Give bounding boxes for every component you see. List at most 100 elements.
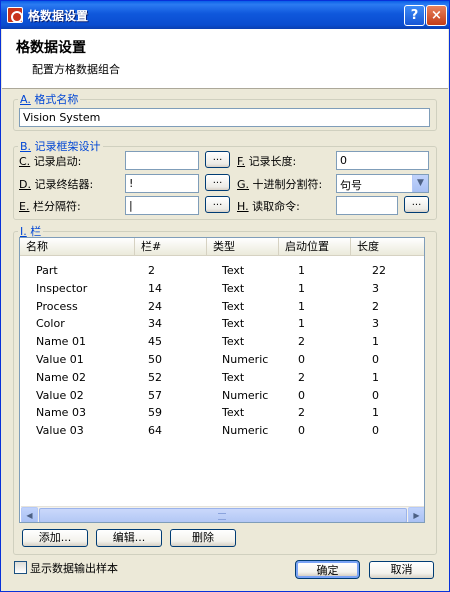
close-icon[interactable]: × [426, 5, 447, 26]
record-start-browse-button[interactable]: ... [205, 151, 230, 168]
record-start-input[interactable] [125, 151, 199, 170]
cell-length: 0 [372, 388, 379, 402]
chevron-down-icon[interactable]: ▼ [412, 175, 428, 192]
record-end-browse-button[interactable]: ... [205, 174, 230, 191]
cell-start-position: 1 [298, 264, 305, 277]
cell-type: Text [222, 335, 245, 349]
cell-start-position: 2 [298, 335, 305, 349]
table-row[interactable]: Value 01 50 Numeric 0 0 [20, 351, 406, 369]
cell-column-number: 59 [148, 406, 162, 420]
cell-name: Process [36, 299, 78, 313]
page-subtitle: 配置方格数据组合 [32, 63, 120, 76]
scrollbar-thumb[interactable] [39, 508, 407, 522]
table-row[interactable]: Part 2 Text 1 22 [20, 262, 406, 280]
table-row[interactable]: Value 03 64 Numeric 0 0 [20, 422, 406, 440]
add-column-button[interactable]: 添加... [22, 529, 88, 547]
cell-start-position: 1 [298, 281, 305, 295]
title-bar[interactable]: 格数据设置 ? × [1, 1, 449, 29]
decimal-separator-label: G. 十进制分割符: [237, 178, 323, 191]
column-header-length[interactable]: 长度 [351, 238, 424, 256]
cell-type: Text [222, 406, 245, 420]
cell-length: 1 [372, 335, 379, 349]
record-start-label: C. 记录启动: [19, 155, 82, 168]
cell-start-position: 0 [298, 388, 305, 402]
cell-name: Value 01 [36, 353, 84, 366]
cell-length: 0 [372, 424, 379, 438]
read-command-browse-button[interactable]: ... [404, 196, 429, 213]
cell-length: 3 [372, 281, 379, 295]
table-row[interactable]: Value 02 57 Numeric 0 0 [20, 387, 406, 405]
cell-column-number: 57 [148, 388, 162, 402]
cell-length: 1 [372, 406, 379, 420]
cell-type: Numeric [222, 424, 269, 438]
cell-column-number: 24 [148, 299, 162, 313]
column-header-name[interactable]: 名称 [20, 238, 135, 256]
cell-start-position: 0 [298, 424, 305, 438]
cell-column-number: 14 [148, 281, 162, 295]
table-row[interactable]: Color 34 Text 1 3 [20, 315, 406, 333]
record-end-label: D. 记录终结器: [19, 178, 94, 191]
cell-type: Text [222, 281, 245, 295]
edit-column-button[interactable]: 编辑... [96, 529, 162, 547]
cell-column-number: 45 [148, 335, 162, 349]
cell-column-number: 2 [148, 264, 155, 277]
record-frame-legend: B. 记录框架设计 [20, 140, 101, 153]
cell-name: Part [36, 264, 58, 277]
horizontal-scrollbar[interactable]: ◀ ▶ [21, 506, 424, 522]
help-icon[interactable]: ? [404, 5, 425, 26]
cell-column-number: 52 [148, 370, 162, 384]
cell-start-position: 2 [298, 370, 305, 384]
field-separator-browse-button[interactable]: ... [205, 196, 230, 213]
record-length-input[interactable]: 0 [336, 151, 429, 170]
cell-start-position: 0 [298, 353, 305, 366]
cell-type: Numeric [222, 353, 269, 366]
field-separator-input[interactable]: | [125, 196, 199, 215]
format-name-input[interactable]: Vision System [19, 108, 430, 127]
decimal-separator-select[interactable]: 句号 ▼ [336, 174, 429, 193]
cell-length: 3 [372, 317, 379, 331]
cell-type: Numeric [222, 388, 269, 402]
cell-length: 2 [372, 299, 379, 313]
columns-listview[interactable]: 名称 栏# 类型 启动位置 长度 Part 2 Text 1 22 Inspector 14… [19, 237, 425, 523]
cell-name: Name 01 [36, 335, 86, 349]
table-row[interactable]: Inspector 14 Text 1 3 [20, 280, 406, 298]
scroll-right-icon[interactable]: ▶ [408, 507, 424, 522]
page-title: 格数据设置 [16, 40, 86, 56]
read-command-label: H. 读取命令: [237, 200, 300, 213]
cell-length: 22 [372, 264, 386, 277]
delete-column-button[interactable]: 删除 [170, 529, 236, 547]
show-sample-label: 显示数据输出样本 [30, 562, 118, 575]
table-row[interactable]: Process 24 Text 1 2 [20, 298, 406, 316]
cell-name: Name 03 [36, 406, 86, 420]
cell-name: Name 02 [36, 370, 86, 384]
cancel-button[interactable]: 取消 [369, 561, 434, 579]
cell-name: Inspector [36, 281, 88, 295]
field-separator-label: E. 栏分隔符: [19, 200, 81, 213]
table-row[interactable]: Name 02 52 Text 2 1 [20, 369, 406, 387]
record-length-label: F. 记录长度: [237, 155, 297, 168]
decimal-separator-value: 句号 [340, 179, 362, 192]
cell-type: Text [222, 264, 245, 277]
cell-type: Text [222, 317, 245, 331]
read-command-input[interactable] [336, 196, 398, 215]
column-header-column-number[interactable]: 栏# [135, 238, 207, 256]
cell-type: Text [222, 370, 245, 384]
app-logo-icon [7, 7, 23, 23]
cell-name: Value 03 [36, 424, 84, 438]
cell-column-number: 34 [148, 317, 162, 331]
cell-column-number: 50 [148, 353, 162, 366]
cell-column-number: 64 [148, 424, 162, 438]
table-row[interactable]: Name 01 45 Text 2 1 [20, 333, 406, 351]
scroll-left-icon[interactable]: ◀ [21, 507, 38, 522]
table-row[interactable]: Name 03 59 Text 2 1 [20, 404, 406, 422]
column-header-start-position[interactable]: 启动位置 [279, 238, 351, 256]
cell-start-position: 1 [298, 299, 305, 313]
cell-name: Color [36, 317, 65, 331]
cell-length: 1 [372, 370, 379, 384]
ok-button[interactable]: 确定 [295, 560, 360, 579]
show-sample-checkbox[interactable] [14, 561, 27, 574]
window-title: 格数据设置 [28, 9, 89, 23]
record-end-input[interactable]: ! [125, 174, 199, 193]
column-header-type[interactable]: 类型 [207, 238, 279, 256]
format-name-legend: A. 格式名称 [20, 93, 79, 106]
